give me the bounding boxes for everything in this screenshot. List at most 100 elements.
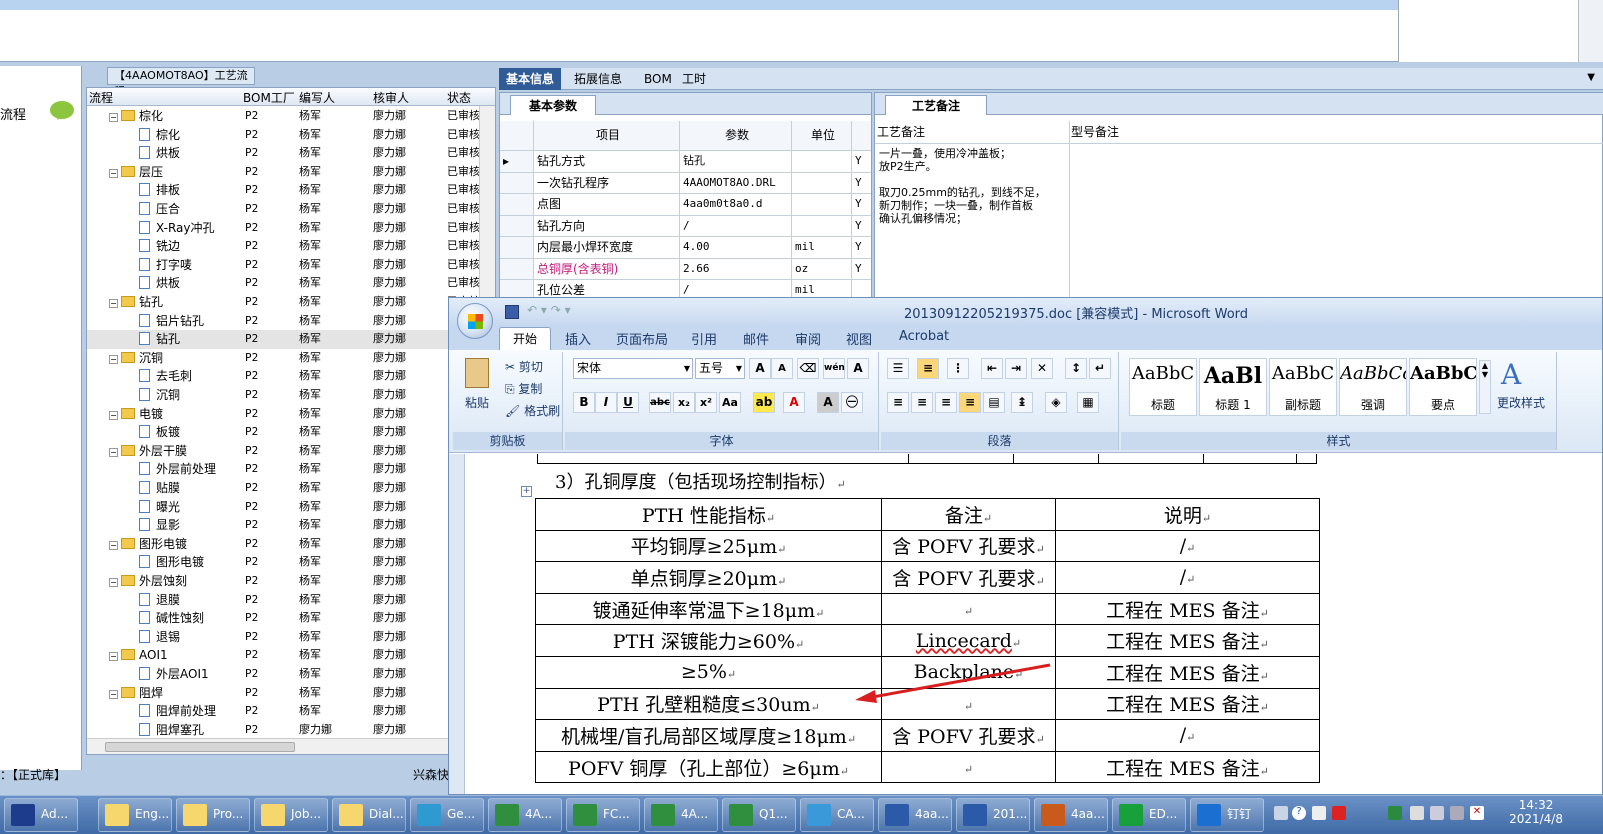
tree-row[interactable]: −外层蚀刻P2杨军廖力娜已审核	[87, 572, 495, 591]
distributed-icon[interactable]: ▤	[983, 392, 1005, 413]
tree-node[interactable]: 外层前处理	[87, 460, 239, 478]
spec-table-cell[interactable]: /↵	[1055, 529, 1320, 563]
col-header-checker[interactable]: 核审人	[373, 89, 409, 106]
tree-node[interactable]: − 阻焊	[87, 684, 239, 702]
ribbon-tab-view[interactable]: 视图	[846, 329, 872, 348]
taskbar-app-button[interactable]: Eng...	[98, 798, 172, 832]
save-icon[interactable]	[505, 305, 519, 319]
param-col-value[interactable]: 参数	[680, 121, 792, 151]
param-value[interactable]: 钻孔	[680, 151, 792, 173]
taskbar-app-button[interactable]: Q1...	[722, 798, 796, 832]
tree-row[interactable]: 去毛刺P2杨军廖力娜已审核	[87, 367, 495, 386]
spec-table-cell[interactable]: ≥5%↵	[535, 655, 882, 689]
param-unit[interactable]	[792, 215, 852, 237]
bullets-icon[interactable]: ☰	[887, 358, 909, 379]
help-icon[interactable]: ?	[1292, 806, 1306, 820]
selected-list-row[interactable]	[0, 0, 1400, 10]
tree-node[interactable]: 烘板	[87, 274, 239, 292]
tree-row[interactable]: 钻孔P2杨军廖力娜已审核	[87, 330, 495, 349]
taskbar-app-button[interactable]: CA...	[800, 798, 874, 832]
collapse-icon[interactable]: −	[109, 447, 118, 457]
tab-bom[interactable]: BOM	[637, 68, 679, 90]
param-flag[interactable]: Y	[852, 259, 871, 280]
spec-table-cell[interactable]: 工程在 MES 备注↵	[1055, 592, 1320, 626]
keyboard-icon[interactable]	[1274, 806, 1288, 820]
document-page[interactable]: 3）孔铜厚度（包括现场控制指标）↵ + PTH 性能指标↵ 备注↵ 说明↵ 平均铜厚≥…	[449, 454, 1602, 794]
param-flag[interactable]: Y	[852, 173, 871, 194]
tree-node[interactable]: 阻焊前处理	[87, 702, 239, 720]
param-flag[interactable]: Y	[852, 216, 871, 237]
collapse-icon[interactable]: −	[109, 168, 118, 178]
param-flag[interactable]: Y	[852, 151, 871, 173]
ribbon-tab-review[interactable]: 审阅	[795, 329, 821, 348]
tray-red-icon[interactable]	[1332, 806, 1346, 820]
align-center-icon[interactable]: ≡	[911, 392, 933, 413]
office-button[interactable]	[457, 303, 493, 339]
tray-arrow-icon[interactable]	[1312, 806, 1326, 820]
collapse-icon[interactable]: −	[109, 354, 118, 364]
spec-table-cell[interactable]: 镀通延伸率常温下≥18μm↵	[535, 592, 882, 626]
collapse-icon[interactable]: −	[109, 578, 118, 587]
char-border-icon[interactable]: A	[847, 358, 869, 379]
taskbar-app-button[interactable]: FC...	[566, 798, 640, 832]
ribbon-tab-acrobat[interactable]: Acrobat	[899, 329, 949, 344]
tree-node[interactable]: 阻焊塞孔	[87, 721, 239, 739]
taskbar-app-button[interactable]: Pro...	[176, 798, 250, 832]
tree-row[interactable]: X-Ray冲孔 P2 杨军 廖力娜 已审核	[87, 219, 495, 238]
tree-node[interactable]: 图形电镀	[87, 553, 239, 571]
tree-node[interactable]: − 电镀	[87, 405, 239, 423]
tree-node[interactable]: 烘板	[87, 144, 239, 162]
param-item[interactable]: 总铜厚(含表铜)	[534, 258, 680, 280]
tree-node[interactable]: − 层压	[87, 163, 239, 181]
taskbar-app-button[interactable]: 201...	[956, 798, 1030, 832]
taskbar-app-button[interactable]: Ge...	[410, 798, 484, 832]
power-icon[interactable]: ✕	[1470, 806, 1484, 820]
align-left-icon[interactable]: ≡	[887, 392, 909, 413]
param-unit[interactable]	[792, 172, 852, 194]
tree-row[interactable]: 烘板 P2 杨军 廖力娜 已审核	[87, 274, 495, 293]
tree-node[interactable]: − 钻孔	[87, 293, 239, 311]
tree-row[interactable]: 排板 P2 杨军 廖力娜 已审核	[87, 181, 495, 200]
line-spacing-icon[interactable]: ↨	[1011, 392, 1033, 413]
tree-row[interactable]: 沉铜P2杨军廖力娜已审核	[87, 386, 495, 405]
tree-row[interactable]: −电镀P2杨军廖力娜已审核	[87, 405, 495, 424]
tree-node[interactable]: 贴膜	[87, 479, 239, 497]
tree-node[interactable]: − AOI1	[87, 646, 239, 664]
style-option[interactable]: AaBbCcD 要点	[1409, 358, 1477, 416]
spec-table-cell[interactable]: 工程在 MES 备注↵	[1055, 687, 1320, 721]
tab-dropdown-icon[interactable]: ▼	[1587, 72, 1595, 83]
tree-row[interactable]: 贴膜P2杨军廖力娜已审核	[87, 479, 495, 498]
tree-row[interactable]: 显影P2杨军廖力娜已审核	[87, 516, 495, 535]
volume-icon[interactable]	[1410, 806, 1424, 820]
vertical-scrollbar[interactable]	[1578, 0, 1603, 62]
taskbar-app-button[interactable]: 钉钉	[1190, 798, 1264, 832]
param-flag[interactable]: Y	[852, 194, 871, 216]
nav-item-flow[interactable]: 流程	[0, 104, 26, 123]
col-header-flow[interactable]: 流程	[89, 89, 113, 106]
copy-button[interactable]: ⎘ 复制	[505, 380, 542, 397]
tab-basic-info[interactable]: 基本信息	[499, 68, 562, 90]
ribbon-tab-mailings[interactable]: 邮件	[743, 329, 769, 348]
tree-node[interactable]: 外层AOI1	[87, 665, 239, 683]
taskbar-app-button[interactable]: ED...	[1112, 798, 1186, 832]
tree-node[interactable]: 打字唛	[87, 256, 239, 274]
section-heading[interactable]: 3）孔铜厚度（包括现场控制指标）↵	[555, 468, 846, 494]
spec-table-cell[interactable]: 含 POFV 孔要求↵	[881, 529, 1056, 563]
align-right-icon[interactable]: ≡	[935, 392, 957, 413]
ribbon-tab-page-layout[interactable]: 页面布局	[616, 329, 668, 348]
cut-button[interactable]: ✂ 剪切	[505, 358, 543, 375]
param-col-unit[interactable]: 单位	[792, 121, 852, 151]
font-size-combo[interactable]: 五号 ▼	[695, 358, 745, 379]
tab-process-notes[interactable]: 工艺备注	[885, 95, 988, 115]
increase-indent-icon[interactable]: ⇥	[1005, 358, 1027, 379]
change-case-icon[interactable]: Aa	[719, 392, 741, 413]
superscript-icon[interactable]: x²	[695, 392, 717, 413]
phonetic-guide-icon[interactable]: wén	[823, 358, 845, 379]
tree-node[interactable]: 碱性蚀刻	[87, 609, 239, 627]
italic-icon[interactable]: I	[595, 392, 617, 413]
multilevel-list-icon[interactable]: ⋮	[947, 358, 969, 379]
numbering-icon[interactable]: ≡	[917, 358, 939, 379]
undo-icon[interactable]: ↶ ▾ ↷ ▾	[527, 303, 571, 317]
param-item[interactable]: 内层最小焊环宽度	[534, 237, 680, 259]
taskbar-app-button[interactable]: 4aa...	[878, 798, 952, 832]
